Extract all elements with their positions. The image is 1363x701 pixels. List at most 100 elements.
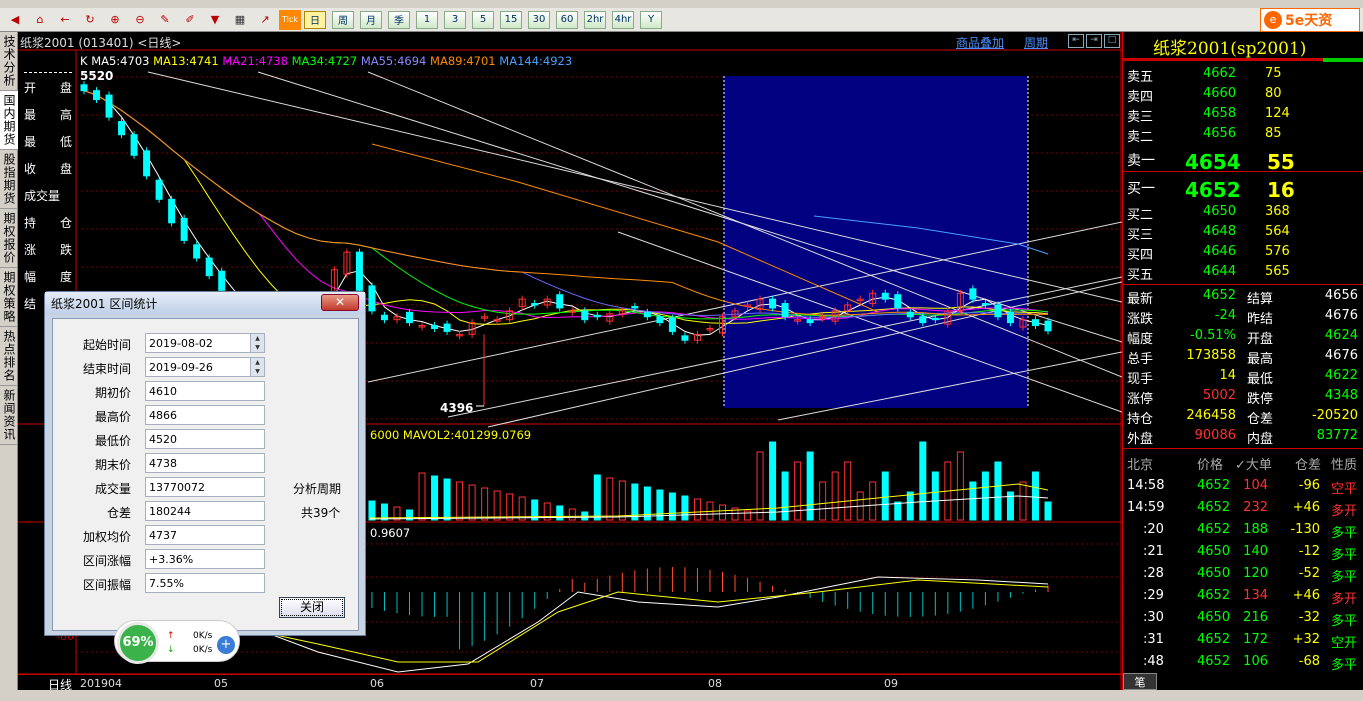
stat-label: 仓差 bbox=[1247, 412, 1274, 427]
dialog-titlebar[interactable]: 纸浆2001 区间统计 ✕ bbox=[45, 292, 365, 314]
candle-body bbox=[981, 303, 989, 306]
sidebar-tab-2[interactable]: 股指期货 bbox=[0, 150, 19, 209]
info-label2: 盘 bbox=[59, 81, 72, 95]
zoom-in-icon[interactable]: ⊕ bbox=[104, 10, 126, 30]
stat-row-7: 外盘 90086 内盘 83772 bbox=[1123, 426, 1363, 447]
prev-icon[interactable]: ⇤ bbox=[1068, 34, 1084, 48]
field-value-7[interactable]: 180244 bbox=[145, 501, 265, 521]
stat-value: 4622 bbox=[1324, 368, 1358, 383]
candle-body bbox=[355, 251, 363, 291]
period-link[interactable]: 周期 bbox=[1024, 34, 1048, 51]
candle-body bbox=[894, 294, 902, 309]
period-button-4[interactable]: 1 bbox=[416, 10, 438, 29]
candle-body bbox=[531, 303, 539, 306]
stat-value: 4348 bbox=[1324, 388, 1358, 403]
stat-value: -0.51% bbox=[1190, 328, 1236, 343]
tick-volume: 216 bbox=[1243, 610, 1268, 625]
period-button-2[interactable]: 月 bbox=[360, 10, 382, 29]
field-value-5[interactable]: 4738 bbox=[145, 453, 265, 473]
axis-label-5: 09 bbox=[884, 677, 898, 690]
tick-tab[interactable]: 笔 bbox=[1123, 673, 1157, 690]
maximize-icon[interactable]: □ bbox=[1104, 34, 1120, 48]
period-button-11[interactable]: 4hr bbox=[612, 10, 634, 29]
period-button-6[interactable]: 5 bbox=[472, 10, 494, 29]
info-label2: 跌 bbox=[59, 243, 72, 257]
info-row-6: 涨跌 bbox=[24, 235, 72, 262]
sidebar-tab-1[interactable]: 国内期货 bbox=[0, 91, 19, 150]
field-value-0[interactable]: 2019-08-02 ▲ ▼ bbox=[145, 333, 265, 353]
dialog-close-icon[interactable]: ✕ bbox=[321, 294, 359, 311]
plus-icon[interactable]: + bbox=[217, 636, 235, 654]
info-label2: 高 bbox=[59, 108, 72, 122]
home-icon[interactable]: ⌂ bbox=[29, 10, 51, 30]
field-value-9[interactable]: +3.36% bbox=[145, 549, 265, 569]
spin-buttons-icon[interactable]: ▲ ▼ bbox=[250, 358, 264, 376]
volume-bar bbox=[881, 471, 889, 521]
tick-time: :21 bbox=[1143, 544, 1164, 559]
tick-row-0: 14:58 4652 104 -96 空平 bbox=[1123, 476, 1363, 497]
tick-volume: 134 bbox=[1243, 588, 1268, 603]
bid-price: 4650 bbox=[1203, 204, 1237, 219]
period-button-9[interactable]: 60 bbox=[556, 10, 578, 29]
period-button-12[interactable]: Y bbox=[640, 10, 662, 29]
tick-volume: 172 bbox=[1243, 632, 1268, 647]
period-button-0[interactable]: 日 bbox=[304, 10, 326, 29]
ticks-header-cell: 北京 bbox=[1127, 458, 1154, 473]
sidebar-tab-5[interactable]: 热点排名 bbox=[0, 327, 19, 386]
info-row-0: 开盘 bbox=[24, 73, 72, 100]
info-row-3: 收盘 bbox=[24, 154, 72, 181]
period-button-5[interactable]: 3 bbox=[444, 10, 466, 29]
refresh-icon[interactable]: ↻ bbox=[79, 10, 101, 30]
menu-icon[interactable]: ◀ bbox=[4, 10, 26, 30]
quote-divider bbox=[1123, 171, 1363, 172]
field-value-3[interactable]: 4866 bbox=[145, 405, 265, 425]
bid-level-label: 买一 bbox=[1127, 181, 1155, 197]
stat-label: 最新 bbox=[1127, 292, 1154, 307]
grid-icon[interactable]: ▦ bbox=[229, 10, 251, 30]
chart-nav-buttons[interactable]: ⇤ ⇥ □ bbox=[1068, 34, 1120, 48]
pen-icon[interactable]: ✎ bbox=[154, 10, 176, 30]
download-speed: 0K/s bbox=[193, 645, 213, 655]
field-value-1[interactable]: 2019-09-26 ▲ ▼ bbox=[145, 357, 265, 377]
volume-bar bbox=[931, 471, 939, 521]
sidebar-tab-0[interactable]: 技术分析 bbox=[0, 32, 19, 91]
period-button-1[interactable]: 周 bbox=[332, 10, 354, 29]
field-text: 4520 bbox=[149, 433, 177, 446]
period-button-10[interactable]: 2hr bbox=[584, 10, 606, 29]
back-icon[interactable]: ← bbox=[54, 10, 76, 30]
overlay-link[interactable]: 商品叠加 bbox=[956, 34, 1004, 51]
indicator-legend: 0.9607 bbox=[370, 526, 411, 540]
field-text: 2019-09-26 bbox=[149, 361, 213, 374]
candle-body bbox=[806, 319, 814, 324]
indicator-icon[interactable]: ↗ bbox=[254, 10, 276, 30]
range-stats-dialog: 纸浆2001 区间统计 ✕ 起始时间 2019-08-02 ▲ ▼ 结束时间 2019-0… bbox=[44, 291, 366, 636]
next-icon[interactable]: ⇥ bbox=[1086, 34, 1102, 48]
field-label-3: 最高价 bbox=[94, 410, 131, 424]
candle-body bbox=[193, 244, 201, 259]
sidebar-tab-4[interactable]: 期权策略 bbox=[0, 268, 19, 327]
field-value-8[interactable]: 4737 bbox=[145, 525, 265, 545]
network-widget[interactable]: 69% ↑ 0K/s ↓ 0K/s + bbox=[114, 620, 240, 664]
tick-volume: 120 bbox=[1243, 566, 1268, 581]
tick-time: :20 bbox=[1143, 522, 1164, 537]
close-button[interactable]: 关闭 bbox=[279, 597, 345, 618]
tick-nature: 空平 bbox=[1331, 482, 1358, 497]
period-button-7[interactable]: 15 bbox=[500, 10, 522, 29]
field-value-6[interactable]: 13770072 bbox=[145, 477, 265, 497]
zoom-out-icon[interactable]: ⊖ bbox=[129, 10, 151, 30]
field-value-4[interactable]: 4520 bbox=[145, 429, 265, 449]
field-value-10[interactable]: 7.55% bbox=[145, 573, 265, 593]
sidebar-tab-6[interactable]: 新闻资讯 bbox=[0, 386, 19, 445]
tick-icon[interactable]: Tick bbox=[279, 9, 301, 30]
stat-label: 最高 bbox=[1247, 352, 1274, 367]
period-button-8[interactable]: 30 bbox=[528, 10, 550, 29]
filter-icon[interactable]: ▼ bbox=[204, 10, 226, 30]
volume-bar bbox=[781, 471, 789, 521]
field-value-2[interactable]: 4610 bbox=[145, 381, 265, 401]
tick-oi-change: +46 bbox=[1292, 500, 1320, 515]
period-button-3[interactable]: 季 bbox=[388, 10, 410, 29]
spin-buttons-icon[interactable]: ▲ ▼ bbox=[250, 334, 264, 352]
sidebar-tab-3[interactable]: 期权报价 bbox=[0, 209, 19, 268]
brush-icon[interactable]: ✐ bbox=[179, 10, 201, 30]
field-label-9: 区间涨幅 bbox=[82, 554, 131, 568]
